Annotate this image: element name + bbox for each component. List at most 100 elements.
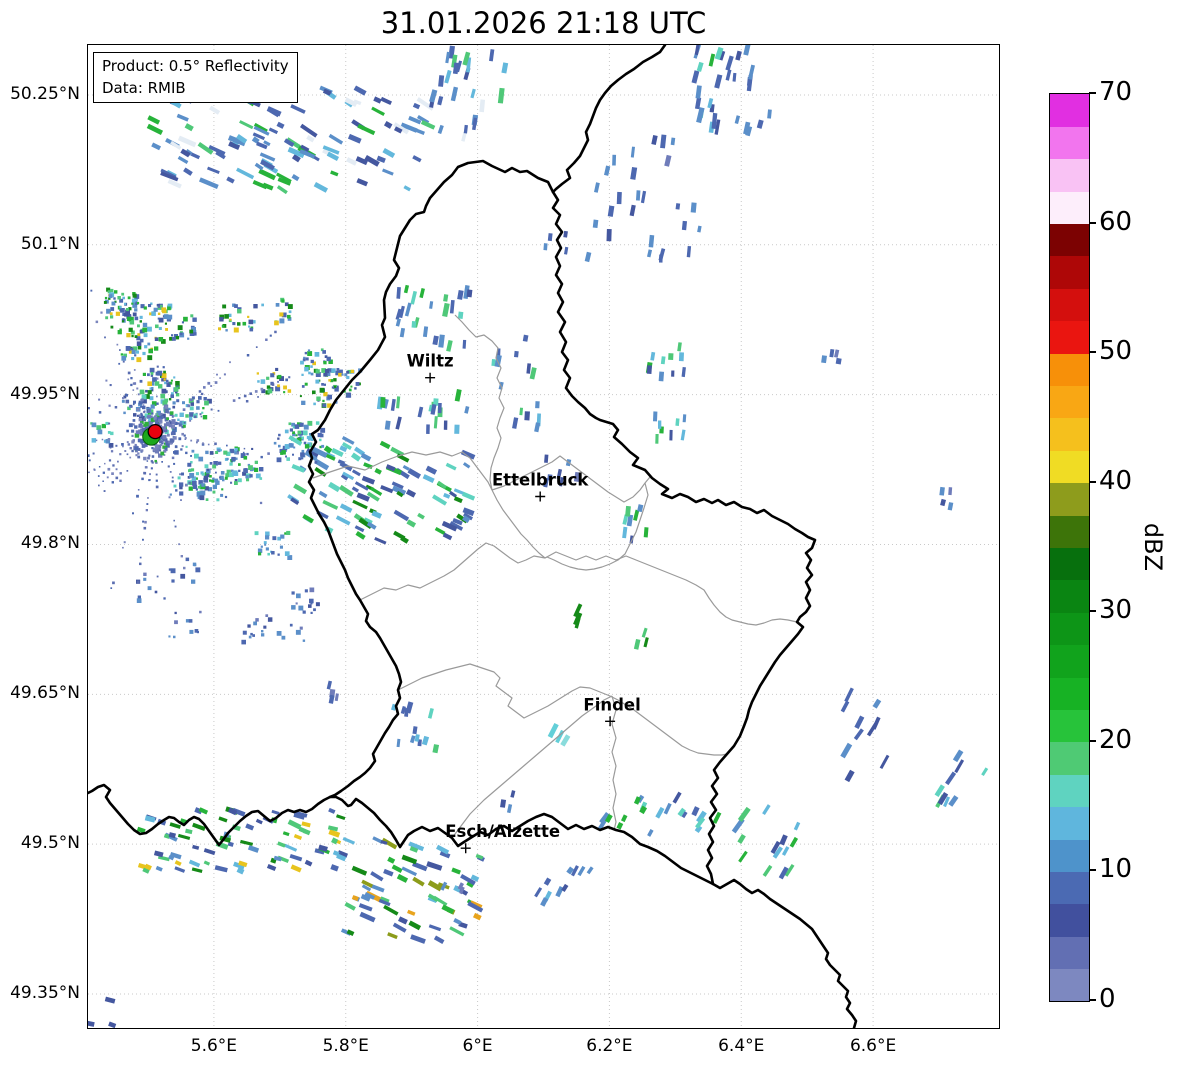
echo-streak [840, 742, 853, 759]
echo-speckle [143, 572, 147, 576]
clutter-dot [274, 330, 277, 334]
echo-speckle [248, 635, 252, 639]
echo-speckle [193, 332, 197, 336]
echo-streak [629, 204, 636, 217]
echo-speckle [158, 384, 163, 389]
clutter-dot [151, 447, 154, 450]
clutter-dot [136, 387, 139, 390]
clutter-dot [237, 450, 239, 453]
echo-speckle [164, 390, 168, 394]
echo-speckle [177, 476, 181, 480]
echo-speckle [273, 441, 277, 445]
echo-streak [543, 877, 552, 886]
clutter-dot [143, 410, 146, 413]
city-label: Ettelbruck [492, 471, 589, 490]
echo-speckle [255, 618, 259, 622]
echo-speckle [224, 495, 228, 499]
echo-streak [351, 486, 360, 493]
clutter-dot [160, 451, 165, 456]
echo-streak [512, 417, 519, 429]
echo-streak [646, 365, 652, 374]
echo-streak [192, 844, 200, 850]
echo-speckle [175, 393, 180, 397]
echo-streak [396, 286, 401, 299]
clutter-dot [100, 311, 103, 314]
echo-speckle [188, 486, 193, 491]
echo-streak [402, 464, 410, 471]
gridlines [88, 45, 999, 1028]
echo-speckle [131, 349, 136, 354]
echo-streak [429, 301, 434, 309]
x-axis-tick-label: 5.8°E [322, 1036, 369, 1056]
echo-speckle [300, 360, 304, 365]
clutter-dot [115, 444, 118, 447]
echo-speckle [212, 477, 215, 481]
colorbar-segment [1050, 450, 1089, 484]
echo-speckle [267, 617, 273, 622]
echo-speckle [221, 325, 225, 328]
echo-streak [346, 929, 355, 936]
echo-speckle [189, 412, 194, 417]
clutter-dot [260, 455, 263, 459]
echo-speckle [147, 381, 152, 386]
clutter-dot [185, 483, 188, 487]
echo-speckle [203, 475, 209, 480]
echo-speckle [327, 394, 332, 400]
echo-speckle [313, 402, 316, 406]
echo-streak [342, 836, 356, 845]
echo-speckle [177, 418, 180, 421]
clutter-dot [95, 320, 99, 324]
colorbar-segment [1050, 871, 1089, 905]
echo-streak [449, 926, 465, 937]
echo-streak [510, 790, 516, 798]
echo-speckle [328, 379, 331, 382]
echo-streak [403, 284, 410, 294]
echo-speckle [242, 630, 247, 635]
colorbar-tick-mark [1089, 221, 1096, 224]
france-germany-border [711, 878, 858, 1030]
echo-speckle [350, 369, 354, 373]
echo-speckle [133, 413, 137, 417]
echo-streak [633, 638, 641, 650]
clutter-dot [152, 455, 154, 457]
echo-speckle [251, 447, 254, 450]
echo-streak [432, 744, 440, 754]
clutter-dot [199, 413, 202, 416]
colorbar-tick-label: 70 [1099, 77, 1133, 107]
echo-speckle [164, 322, 167, 325]
echo-streak [108, 1021, 117, 1029]
echo-speckle [188, 619, 193, 623]
echo-speckle [310, 372, 314, 376]
echo-speckle [190, 314, 194, 318]
echo-speckle [284, 551, 290, 556]
echo-speckle [136, 302, 140, 305]
echo-speckle [303, 441, 307, 445]
x-axis-tick-label: 6.6°E [849, 1036, 897, 1056]
echo-speckle [284, 429, 289, 434]
echo-speckle [298, 605, 304, 611]
echo-streak [427, 880, 443, 892]
echo-speckle [307, 349, 311, 352]
echo-speckle [212, 464, 217, 469]
echo-streak [472, 912, 482, 921]
colorbar-tick-mark [1089, 869, 1096, 872]
echo-streak [844, 687, 854, 703]
clutter-dot [147, 497, 149, 499]
echo-streak [304, 859, 313, 867]
clutter-dot [119, 453, 122, 456]
echo-speckle [321, 444, 325, 448]
echo-streak [734, 115, 741, 125]
echo-streak [403, 185, 411, 192]
echo-speckle [149, 396, 154, 401]
echo-speckle [131, 334, 134, 338]
clutter-dot [243, 447, 246, 450]
echo-streak [604, 165, 611, 176]
echo-speckle [263, 541, 267, 544]
echo-speckle [205, 498, 209, 501]
echo-speckle [202, 415, 208, 420]
colorbar-tick-mark [1089, 610, 1096, 613]
clutter-dot [86, 454, 90, 457]
city-label: Findel [583, 695, 640, 714]
echo-speckle [125, 308, 129, 312]
echo-streak [675, 203, 681, 210]
